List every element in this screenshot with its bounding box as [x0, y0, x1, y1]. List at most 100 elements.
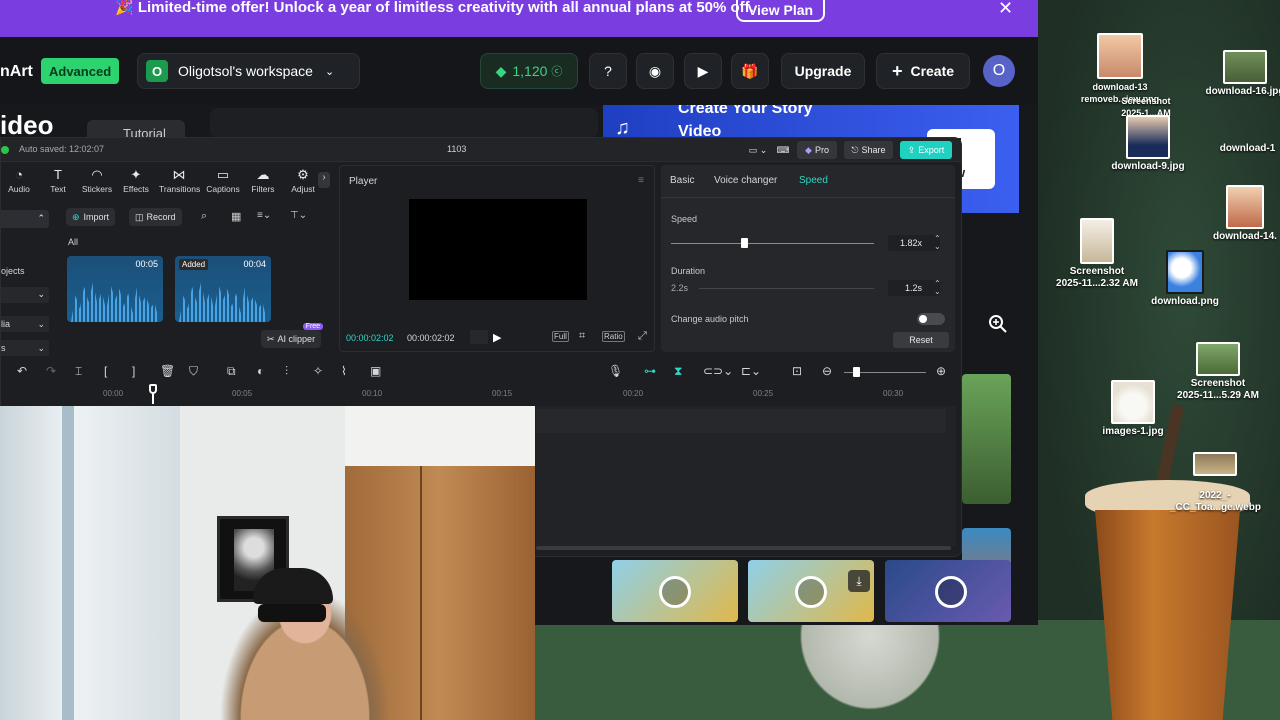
- filter-all[interactable]: All: [68, 237, 78, 247]
- desktop-icon-screenshot-a[interactable]: Screenshot 2025-1...AM: [1116, 50, 1176, 119]
- upgrade-button[interactable]: Upgrade: [781, 53, 865, 89]
- delete-icon[interactable]: 🗑: [160, 364, 175, 378]
- speed-value-input[interactable]: 1.82x: [888, 235, 940, 251]
- template-thumbnail[interactable]: [962, 374, 1011, 504]
- youtube-icon[interactable]: ▶: [684, 53, 722, 89]
- desktop-icon-download-14[interactable]: download-14.: [1210, 185, 1280, 243]
- timeline-track[interactable]: [536, 409, 946, 433]
- desktop-icon-download-1[interactable]: download-1: [1215, 143, 1280, 155]
- tool-filters[interactable]: ☁ Filters: [243, 168, 283, 195]
- play-icon[interactable]: [659, 576, 691, 608]
- create-button[interactable]: + Create: [876, 53, 970, 89]
- credits-button[interactable]: ◆ 1,120 ⓒ: [480, 53, 578, 89]
- zoom-slider-thumb[interactable]: [853, 367, 860, 377]
- zoom-in-icon[interactable]: ⊕: [936, 364, 946, 378]
- dropdown-media[interactable]: lia ⌄: [1, 316, 49, 332]
- view-plan-button[interactable]: View Plan: [736, 0, 825, 22]
- sticker-icon[interactable]: ▣: [370, 364, 381, 378]
- layout-icon[interactable]: ▭ ⌄: [743, 141, 773, 159]
- pro-button[interactable]: ◆ Pro: [797, 141, 837, 159]
- timeline-scrollbar[interactable]: [536, 546, 951, 550]
- tab-voice-changer[interactable]: Voice changer: [714, 175, 777, 186]
- desktop-icon-download-9[interactable]: download-9.jpg: [1103, 115, 1193, 173]
- template-thumbnail[interactable]: [885, 560, 1011, 622]
- magic-icon[interactable]: ✧: [313, 364, 323, 378]
- magnet-icon[interactable]: ⧗: [674, 364, 682, 379]
- audio-split-icon[interactable]: ⌇: [341, 364, 347, 378]
- user-avatar[interactable]: O: [983, 55, 1015, 87]
- speed-slider-thumb[interactable]: [741, 238, 748, 248]
- tool-effects[interactable]: ✦ Effects: [116, 168, 156, 195]
- desktop-icon-2022-cc[interactable]: 2022_- _CC_Toa...ge.webp: [1170, 452, 1261, 514]
- adjust-icon[interactable]: ⫶: [285, 364, 288, 379]
- ratio-button[interactable]: Ratio: [602, 331, 625, 342]
- play-icon[interactable]: [935, 576, 967, 608]
- play-icon[interactable]: ▶: [493, 331, 501, 344]
- preview-canvas[interactable]: [409, 199, 587, 300]
- pitch-toggle[interactable]: [917, 313, 945, 325]
- redo-icon[interactable]: ↷: [46, 364, 56, 378]
- desktop-icon-screenshot-b[interactable]: Screenshot 2025-11...2.32 AM: [1052, 218, 1142, 290]
- desktop-icon-screenshot-c[interactable]: Screenshot 2025-11...5.29 AM: [1173, 342, 1263, 402]
- reset-button[interactable]: Reset: [893, 332, 949, 348]
- menu-icon[interactable]: ≡: [638, 175, 644, 186]
- gift-icon[interactable]: 🎁: [731, 53, 769, 89]
- trim-right-icon[interactable]: ]: [132, 364, 135, 378]
- media-clip[interactable]: Added 00:04: [175, 256, 271, 322]
- project-name[interactable]: 1103: [447, 144, 466, 154]
- preview-axis-icon[interactable]: ⊏⌄: [741, 364, 761, 378]
- stepper-icon[interactable]: ⌃ ⌄: [934, 235, 941, 251]
- media-clip[interactable]: 00:05: [67, 256, 163, 322]
- desktop-icon-download[interactable]: download.png: [1140, 250, 1230, 308]
- template-thumbnail[interactable]: ⤓: [748, 560, 874, 622]
- playhead[interactable]: [149, 384, 157, 394]
- dropdown-misc[interactable]: s ⌄: [1, 340, 49, 356]
- sidebar-item-projects[interactable]: ojects: [1, 266, 25, 276]
- tool-adjust[interactable]: ⚙ Adjust: [283, 168, 323, 195]
- split-icon[interactable]: ⌶: [75, 364, 82, 379]
- record-button[interactable]: ◫ Record: [129, 208, 182, 226]
- fullscreen-icon[interactable]: ⤢: [638, 330, 647, 343]
- share-button[interactable]: ⎋ Share: [844, 141, 893, 159]
- brand-logo[interactable]: nArt: [0, 63, 33, 81]
- grid-icon[interactable]: ▦: [231, 210, 241, 223]
- discord-icon[interactable]: ◉: [636, 53, 674, 89]
- tab-speed[interactable]: Speed: [799, 175, 828, 186]
- export-button[interactable]: ⇪ Export: [900, 141, 952, 159]
- tool-transitions[interactable]: ⋈ Transitions: [159, 168, 200, 195]
- link-icon[interactable]: ⊶: [644, 364, 656, 378]
- chevron-up-icon[interactable]: ⌃: [1, 210, 49, 228]
- workspace-selector[interactable]: O Oligotsol's workspace ⌄: [137, 53, 360, 89]
- tab-basic[interactable]: Basic: [670, 175, 694, 186]
- help-icon[interactable]: ?: [589, 53, 627, 89]
- tool-audio[interactable]: ◔ Audio: [0, 168, 39, 195]
- sort-icon[interactable]: ≡⌄: [257, 210, 271, 221]
- template-thumbnail[interactable]: [612, 560, 738, 622]
- crop-icon[interactable]: ⌗: [579, 330, 585, 343]
- duration-value-input[interactable]: 1.2s: [888, 280, 940, 296]
- import-button[interactable]: ⊕ Import: [66, 208, 116, 226]
- shield-icon[interactable]: ⛉: [189, 364, 198, 379]
- tool-text[interactable]: T Text: [38, 168, 78, 195]
- ai-clipper-button[interactable]: ✂ AI clipper Free: [261, 323, 324, 348]
- dropdown-1[interactable]: ⌄: [1, 287, 49, 303]
- window-dot-icon[interactable]: [1, 146, 9, 154]
- trim-left-icon[interactable]: [: [104, 364, 107, 378]
- microphone-icon[interactable]: 🎙: [608, 364, 623, 378]
- zoom-icon[interactable]: [988, 314, 1008, 339]
- desktop-icon-download-16[interactable]: download-16.jpg: [1205, 50, 1280, 98]
- close-icon[interactable]: ✕: [998, 0, 1013, 19]
- undo-icon[interactable]: ↶: [17, 364, 27, 378]
- chevron-right-icon[interactable]: ›: [318, 172, 330, 188]
- keyboard-icon[interactable]: ⌨: [774, 141, 792, 159]
- filter-icon[interactable]: ⊤⌄: [290, 210, 307, 221]
- desktop-icon-images-1[interactable]: images-1.jpg: [1088, 380, 1178, 438]
- chain-icon[interactable]: ⊂⊃⌄: [703, 364, 733, 378]
- play-icon[interactable]: [795, 576, 827, 608]
- search-icon[interactable]: ⌕: [201, 210, 207, 223]
- tool-captions[interactable]: ▭ Captions: [203, 168, 243, 195]
- zoom-out-icon[interactable]: ⊖: [822, 364, 832, 378]
- full-button[interactable]: Full: [552, 331, 569, 342]
- download-icon[interactable]: ⤓: [848, 570, 870, 592]
- fit-icon[interactable]: ⊡: [792, 364, 802, 378]
